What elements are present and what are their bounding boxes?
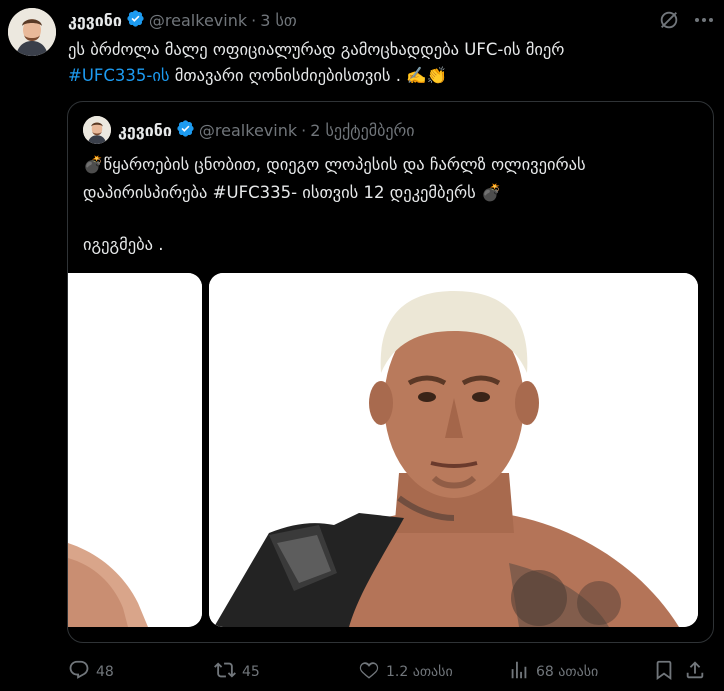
quoted-header: კევინი @realkevink · 2 სექტემბერი (118, 119, 415, 142)
quoted-text-line2: დაპირისპირება #UFC335- ისთვის 12 დეკემბე… (83, 183, 502, 202)
views-icon (508, 659, 530, 685)
verified-badge-icon (176, 119, 195, 142)
post-time[interactable]: 3 სთ (260, 11, 296, 30)
like-button[interactable]: 1.2 ათასი (358, 656, 453, 688)
post-text: ეს ბრძოლა მალე ოფიციალურად გამოცხადდება … (68, 37, 708, 89)
author-avatar[interactable] (8, 8, 56, 56)
like-count: 1.2 ათასი (386, 664, 453, 680)
share-icon (684, 659, 706, 685)
post-header: კევინი @realkevink · 3 სთ (68, 8, 297, 32)
author-name[interactable]: კევინი (68, 11, 122, 30)
separator-dot: · (251, 10, 257, 30)
reply-count: 48 (96, 664, 114, 680)
separator-dot: · (301, 121, 307, 140)
quoted-text-line1: 💣წყაროების ცნობით, დიეგო ლოპესის და ჩარლ… (83, 155, 586, 174)
share-button[interactable] (684, 656, 706, 688)
quoted-image-2[interactable] (209, 273, 698, 627)
quoted-author-avatar[interactable] (83, 116, 111, 144)
action-bar: 48 45 1.2 ათასი 68 ათასი (68, 656, 708, 688)
bookmark-icon (653, 659, 675, 685)
quoted-post-time: 2 სექტემბერი (310, 121, 415, 140)
post-text-line1: ეს ბრძოლა მალე ოფიციალურად გამოცხადდება … (68, 40, 565, 59)
reply-icon (68, 659, 90, 685)
views-count: 68 ათასი (536, 664, 599, 680)
post-text-rest: მთავარი ღონისძიებისთვის . ✍️👏 (169, 66, 448, 85)
verified-badge-icon (126, 9, 145, 32)
quoted-image-1[interactable] (68, 273, 202, 627)
reply-button[interactable]: 48 (68, 656, 114, 688)
post-text-line2: #UFC335-ის მთავარი ღონისძიებისთვის . ✍️👏 (68, 63, 708, 89)
bookmark-button[interactable] (653, 656, 675, 688)
quoted-author-handle: @realkevink (198, 121, 298, 140)
grok-icon[interactable] (658, 9, 680, 31)
repost-count: 45 (242, 664, 260, 680)
author-handle[interactable]: @realkevink (149, 11, 247, 30)
repost-button[interactable]: 45 (214, 656, 260, 688)
quoted-post[interactable]: კევინი @realkevink · 2 სექტემბერი 💣წყარო… (67, 101, 714, 643)
views-button[interactable]: 68 ათასი (508, 656, 598, 688)
like-icon (358, 659, 380, 685)
quoted-text-line3: იგეგმება . (83, 235, 164, 254)
more-icon[interactable] (692, 9, 716, 31)
quoted-author-name: კევინი (118, 121, 172, 140)
hashtag-link[interactable]: #UFC335-ის (68, 66, 170, 85)
repost-icon (214, 659, 236, 685)
quoted-text: 💣წყაროების ცნობით, დიეგო ლოპესის და ჩარლ… (83, 151, 703, 259)
